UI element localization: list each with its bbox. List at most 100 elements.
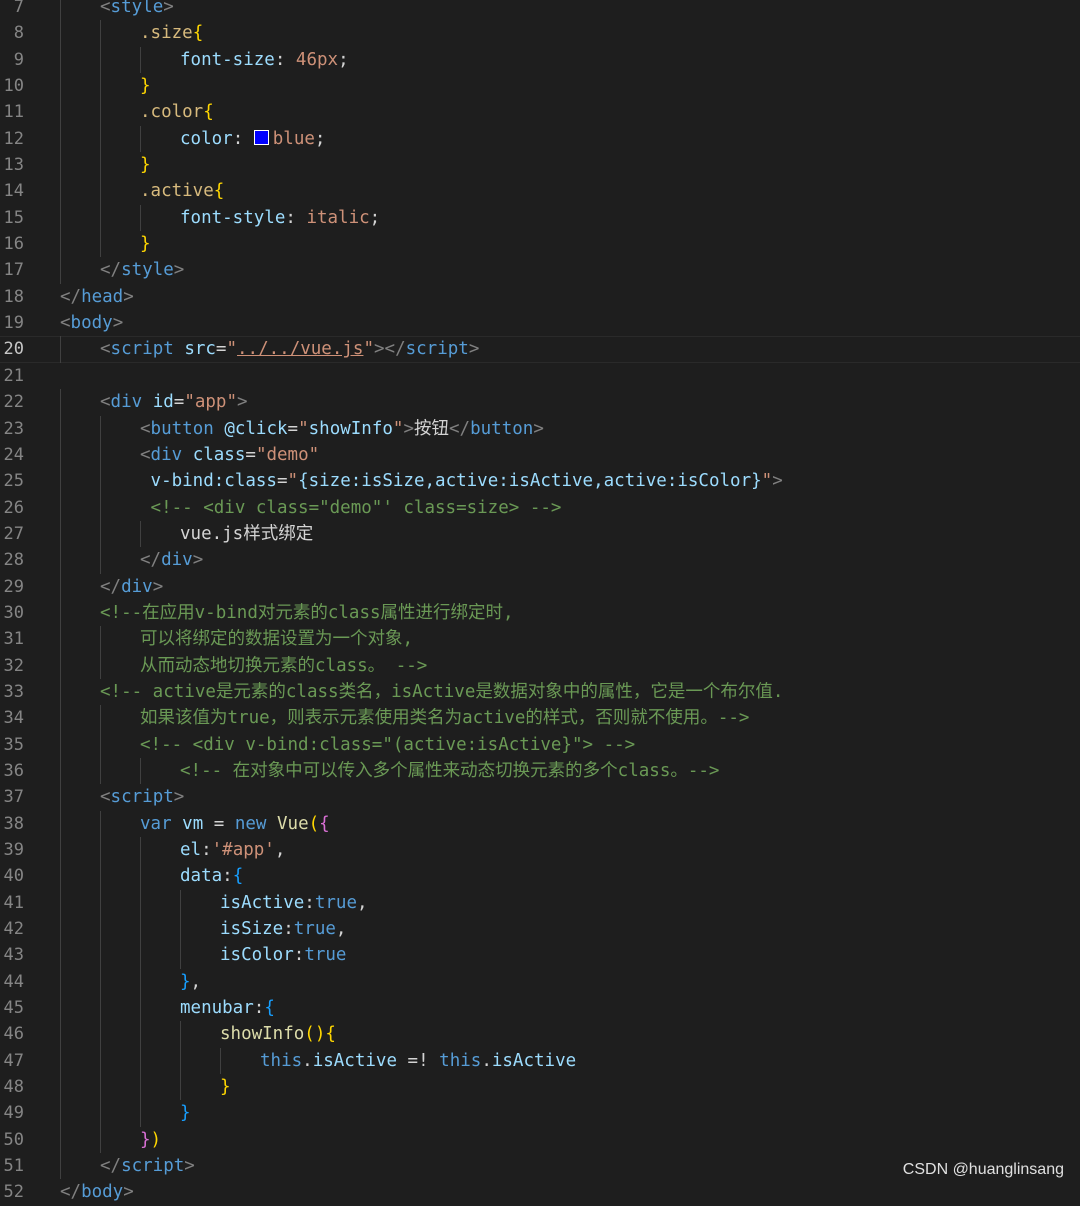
code-line[interactable]: 21 [0,363,1080,389]
code-line[interactable]: 37 <script> [0,784,1080,811]
code-line[interactable]: 28 </div> [0,547,1080,574]
code-line[interactable]: 24 <div class="demo" [0,441,1080,469]
code-token: : [283,919,294,940]
indent-guide [60,389,61,416]
code-content: vue.js样式绑定 [180,521,313,547]
code-token: Vue [277,813,309,834]
code-line[interactable]: 35 <!-- <div v-bind:class="(active:isActi… [0,731,1080,758]
code-token: div [150,444,183,465]
code-line[interactable]: 13} [0,152,1080,179]
code-line[interactable]: 48} [0,1074,1080,1101]
code-token: 如果该值为true，则表示元素使用类名为active的样式，否则就不使用。--> [140,708,750,729]
indent-guide [100,705,101,732]
code-line[interactable]: 38 var vm = new Vue({ [0,810,1080,837]
code-line[interactable]: 18 </head> [0,284,1080,310]
code-token: = [215,339,227,360]
code-line[interactable]: 30 <!--在应用v-bind对元素的class属性进行绑定时, [0,599,1080,627]
code-line[interactable]: 10} [0,73,1080,100]
indent-guide [60,336,61,363]
code-token: , [335,919,347,940]
indent-guide [60,652,61,679]
indent-guide [100,231,101,258]
code-line[interactable]: 17 </style> [0,257,1080,284]
code-line[interactable]: 32 从而动态地切换元素的class。 --> [0,652,1080,679]
code-token: script [121,1156,185,1177]
code-line[interactable]: 7 <style> [0,0,1080,21]
indent-guide [140,1047,141,1075]
code-line[interactable]: 42 isSize:true, [0,916,1080,943]
code-line[interactable]: 26 <!-- <div class="demo"' class=size> -… [0,494,1080,521]
code-content: <!-- active是元素的class类名，isActive是数据对象中的属性… [100,679,783,705]
code-line[interactable]: 27 vue.js样式绑定 [0,520,1080,548]
code-line[interactable]: 23 <button @click="showInfo">按钮</button> [0,415,1080,442]
code-line[interactable]: 31 可以将绑定的数据设置为一个对象, [0,626,1080,653]
indent-guide [100,1021,101,1048]
code-content: </body> [60,1179,134,1205]
code-line[interactable]: 50}) [0,1126,1080,1154]
line-number: 43 [3,945,24,966]
indent-guide [100,494,101,521]
code-line[interactable]: 20 <script src="../../vue.js"></script> [0,336,1080,363]
line-number: 24 [3,444,24,465]
indent-guide [60,757,61,785]
code-token: } [140,1129,151,1150]
line-number: 33 [3,681,24,702]
indent-guide [60,1021,61,1048]
code-line[interactable]: 11 .color{ [0,99,1080,126]
indent-guide [180,916,181,943]
indent-guide [100,995,101,1022]
code-token: v-bind:class [140,471,277,492]
code-token: font-style [180,207,286,228]
code-content: isSize:true, [220,916,346,942]
code-line[interactable]: 49} [0,1100,1080,1127]
code-token: </ [100,260,122,281]
code-line[interactable]: 44}, [0,968,1080,996]
indent-guide [140,204,141,232]
indent-guide [140,916,141,943]
code-content: </div> [100,574,163,600]
code-token: blue [272,128,315,149]
code-editor[interactable]: 7 <style> 8 .size{9 font-size: 46px; 10} 11 .co… [0,0,1080,1202]
code-line[interactable]: 22 <div id="app"> [0,389,1080,416]
code-line[interactable]: 46 showInfo(){ [0,1021,1080,1048]
code-token: { [192,23,204,44]
indent-guide [180,889,181,917]
code-line[interactable]: 36 <!-- 在对象中可以传入多个属性来动态切换元素的多个class。--> [0,757,1080,785]
code-line[interactable]: 19 <body> [0,310,1080,336]
code-token: menubar [180,998,254,1019]
code-line[interactable]: 25 v-bind:class="{size:isSize,active:isA… [0,468,1080,495]
indent-guide [140,1021,141,1048]
code-line[interactable]: 33 <!-- active是元素的class类名，isActive是数据对象中的… [0,678,1080,706]
code-line[interactable]: 47 this.isActive =! this.isActive [0,1047,1080,1075]
code-line[interactable]: 40 data:{ [0,863,1080,890]
code-line[interactable]: 52 </body> [0,1179,1080,1205]
code-line[interactable]: 34 如果该值为true，则表示元素使用类名为active的样式，否则就不使用。-… [0,705,1080,732]
code-line[interactable]: 43 isColor:true [0,942,1080,969]
indent-guide [60,1074,61,1101]
code-token: @click [224,418,288,439]
code-token: <!--在应用v-bind对元素的class属性进行绑定时, [100,602,514,623]
code-line[interactable]: 8 .size{ [0,20,1080,47]
code-line[interactable]: 15 font-style: italic; [0,204,1080,232]
code-token: < [100,392,111,413]
code-token: 可以将绑定的数据设置为一个对象, [140,629,414,650]
indent-guide [60,1153,61,1180]
code-line[interactable]: 45 menubar:{ [0,995,1080,1022]
code-token: > [163,0,174,17]
code-line[interactable]: 12 color: blue; [0,125,1080,153]
code-line[interactable]: 39 el:'#app', [0,837,1080,864]
code-token: } [140,76,151,97]
code-line[interactable]: 9 font-size: 46px; [0,46,1080,74]
code-content: var vm = new Vue({ [140,811,330,837]
code-content: } [220,1074,231,1100]
code-line[interactable]: 41 isActive:true, [0,889,1080,917]
code-line[interactable]: 16} [0,231,1080,258]
code-token: 按钮 [414,418,450,439]
code-token: > [173,260,185,281]
code-line[interactable]: 14 .active{ [0,178,1080,205]
code-content: 可以将绑定的数据设置为一个对象, [140,626,413,652]
code-line[interactable]: 29 </div> [0,573,1080,600]
indent-guide [100,441,101,469]
line-number: 42 [3,919,24,940]
